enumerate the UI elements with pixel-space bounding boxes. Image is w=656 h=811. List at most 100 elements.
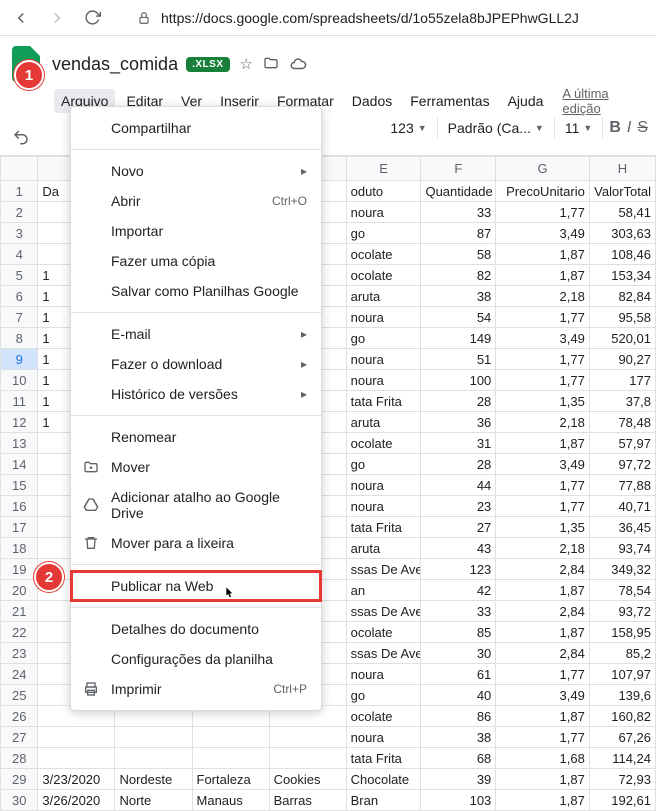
cell[interactable]: 37,8 bbox=[589, 391, 655, 412]
cell[interactable]: 2,18 bbox=[496, 538, 590, 559]
cell[interactable]: 28 bbox=[421, 454, 496, 475]
menu-item-imprimir[interactable]: ImprimirCtrl+P bbox=[71, 674, 321, 704]
cell[interactable]: 1,87 bbox=[496, 622, 590, 643]
cell[interactable]: Norte bbox=[115, 790, 192, 811]
menu-item-importar[interactable]: Importar bbox=[71, 216, 321, 246]
cell[interactable]: 61 bbox=[421, 664, 496, 685]
cell[interactable]: 1,87 bbox=[496, 265, 590, 286]
cell[interactable]: 1,77 bbox=[496, 496, 590, 517]
cell[interactable]: 3,49 bbox=[496, 223, 590, 244]
cell[interactable]: Bran bbox=[346, 790, 421, 811]
doc-title[interactable]: vendas_comida bbox=[52, 54, 178, 75]
cell[interactable]: 30 bbox=[421, 643, 496, 664]
row-header[interactable]: 6 bbox=[1, 286, 38, 307]
cell[interactable]: 3/26/2020 bbox=[38, 790, 115, 811]
undo-icon[interactable] bbox=[12, 128, 30, 146]
row-header[interactable]: 11 bbox=[1, 391, 38, 412]
cell[interactable]: go bbox=[346, 685, 421, 706]
cell[interactable]: 40,71 bbox=[589, 496, 655, 517]
col-header-G[interactable]: G bbox=[496, 157, 590, 181]
menu-item-publicar-na-web[interactable]: Publicar na Web bbox=[71, 571, 321, 601]
menu-item-mover-para-a-lixeira[interactable]: Mover para a lixeira bbox=[71, 528, 321, 558]
cell[interactable]: ocolate bbox=[346, 706, 421, 727]
row-header[interactable]: 18 bbox=[1, 538, 38, 559]
col-header-F[interactable]: F bbox=[421, 157, 496, 181]
cell[interactable]: 2,84 bbox=[496, 559, 590, 580]
cell[interactable]: 1,87 bbox=[496, 706, 590, 727]
cell[interactable]: Quantidade bbox=[421, 181, 496, 202]
cell[interactable]: 33 bbox=[421, 202, 496, 223]
cell[interactable]: ssas De Aveia bbox=[346, 559, 421, 580]
cell[interactable]: 100 bbox=[421, 370, 496, 391]
row-header[interactable]: 5 bbox=[1, 265, 38, 286]
row-header[interactable]: 4 bbox=[1, 244, 38, 265]
cell[interactable]: 149 bbox=[421, 328, 496, 349]
row-header[interactable]: 19 bbox=[1, 559, 38, 580]
menu-item-novo[interactable]: Novo▸ bbox=[71, 156, 321, 186]
cell[interactable]: 82,84 bbox=[589, 286, 655, 307]
cell[interactable]: 2,84 bbox=[496, 643, 590, 664]
cell[interactable]: 123 bbox=[421, 559, 496, 580]
menu-item-salvar-como-planilhas-google[interactable]: Salvar como Planilhas Google bbox=[71, 276, 321, 306]
cell[interactable]: 3,49 bbox=[496, 328, 590, 349]
cell[interactable]: 78,48 bbox=[589, 412, 655, 433]
row-header[interactable]: 15 bbox=[1, 475, 38, 496]
menu-dados[interactable]: Dados bbox=[345, 89, 399, 113]
cell[interactable]: 2,84 bbox=[496, 601, 590, 622]
cell[interactable]: 160,82 bbox=[589, 706, 655, 727]
cell[interactable]: go bbox=[346, 223, 421, 244]
cell[interactable]: 38 bbox=[421, 727, 496, 748]
cell[interactable]: noura bbox=[346, 370, 421, 391]
cell[interactable]: 1,35 bbox=[496, 391, 590, 412]
row-header[interactable]: 30 bbox=[1, 790, 38, 811]
last-edit-link[interactable]: A última edição bbox=[562, 86, 648, 116]
cell[interactable]: 68 bbox=[421, 748, 496, 769]
row-header[interactable]: 16 bbox=[1, 496, 38, 517]
cell[interactable]: 3,49 bbox=[496, 685, 590, 706]
row-header[interactable]: 12 bbox=[1, 412, 38, 433]
row-header[interactable]: 21 bbox=[1, 601, 38, 622]
cell[interactable]: oduto bbox=[346, 181, 421, 202]
cell[interactable]: Fortaleza bbox=[192, 769, 269, 790]
cell[interactable]: noura bbox=[346, 307, 421, 328]
cell[interactable]: Barras bbox=[269, 790, 346, 811]
cell[interactable]: tata Frita bbox=[346, 748, 421, 769]
cell[interactable]: 43 bbox=[421, 538, 496, 559]
row-header[interactable]: 13 bbox=[1, 433, 38, 454]
row-header[interactable]: 24 bbox=[1, 664, 38, 685]
row-header[interactable]: 2 bbox=[1, 202, 38, 223]
row-header[interactable]: 7 bbox=[1, 307, 38, 328]
cell[interactable]: 38 bbox=[421, 286, 496, 307]
cell[interactable]: go bbox=[346, 328, 421, 349]
menu-item-hist-rico-de-vers-es[interactable]: Histórico de versões▸ bbox=[71, 379, 321, 409]
row-header[interactable]: 8 bbox=[1, 328, 38, 349]
number-format-select[interactable]: 123▼ bbox=[386, 118, 430, 138]
cell[interactable]: 349,32 bbox=[589, 559, 655, 580]
cell[interactable]: noura bbox=[346, 202, 421, 223]
cell[interactable]: 108,46 bbox=[589, 244, 655, 265]
menu-item-e-mail[interactable]: E-mail▸ bbox=[71, 319, 321, 349]
cell[interactable]: 58,41 bbox=[589, 202, 655, 223]
cell[interactable]: ocolate bbox=[346, 265, 421, 286]
cell[interactable]: 72,93 bbox=[589, 769, 655, 790]
row-header[interactable]: 9 bbox=[1, 349, 38, 370]
cell[interactable]: 40 bbox=[421, 685, 496, 706]
cell[interactable]: 1,77 bbox=[496, 475, 590, 496]
cell[interactable]: an bbox=[346, 580, 421, 601]
cell[interactable]: 82 bbox=[421, 265, 496, 286]
row-header[interactable]: 25 bbox=[1, 685, 38, 706]
cell[interactable]: 114,24 bbox=[589, 748, 655, 769]
row-header[interactable]: 1 bbox=[1, 181, 38, 202]
cell[interactable]: aruta bbox=[346, 286, 421, 307]
row-header[interactable]: 23 bbox=[1, 643, 38, 664]
cell[interactable]: 139,6 bbox=[589, 685, 655, 706]
cell[interactable]: 85 bbox=[421, 622, 496, 643]
menu-item-adicionar-atalho-ao-google-drive[interactable]: Adicionar atalho ao Google Drive bbox=[71, 482, 321, 528]
cell[interactable]: 1,77 bbox=[496, 370, 590, 391]
cell[interactable]: 3/23/2020 bbox=[38, 769, 115, 790]
nav-reload-icon[interactable] bbox=[84, 9, 101, 27]
cell[interactable]: tata Frita bbox=[346, 391, 421, 412]
cell[interactable]: 107,97 bbox=[589, 664, 655, 685]
cloud-status-icon[interactable] bbox=[289, 55, 307, 73]
cell[interactable]: ocolate bbox=[346, 433, 421, 454]
